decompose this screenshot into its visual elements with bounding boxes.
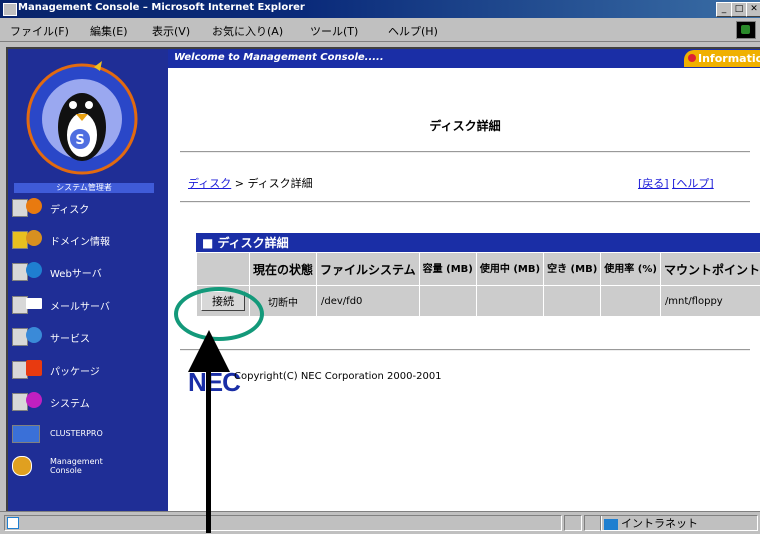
column-header-action: [197, 253, 250, 286]
system-admin-badge: システム管理者: [14, 183, 154, 193]
annotation-arrow-head-icon: [186, 330, 232, 374]
menu-edit[interactable]: 編集(E): [90, 23, 128, 39]
disk-detail-table: ■ ディスク詳細 現在の状態 ファイルシステム 容量 (MB) 使用中 (MB)…: [196, 233, 760, 317]
sidebar-item-label: Management Console: [50, 457, 110, 475]
sidebar-item-management-console[interactable]: Management Console: [12, 454, 162, 484]
breadcrumb: ディスク > ディスク詳細: [188, 175, 313, 191]
sidebar-item-label: システム: [50, 395, 90, 410]
column-header-filesystem: ファイルシステム: [317, 253, 420, 286]
divider: [180, 201, 750, 203]
maximize-button[interactable]: □: [731, 2, 747, 17]
used-cell: [476, 286, 543, 317]
usage-cell: [601, 286, 661, 317]
menu-bar: ファイル(F) 編集(E) 表示(V) お気に入り(A) ツール(T) ヘルプ(…: [0, 18, 760, 42]
web-server-icon: [12, 262, 46, 280]
filesystem-cell: /dev/fd0: [317, 286, 420, 317]
breadcrumb-disk-link[interactable]: ディスク: [188, 177, 231, 190]
sidebar-item-web-server[interactable]: Webサーバ: [12, 260, 162, 282]
browser-viewport: S システム管理者 ディスク ドメイン情報 Webサーバ メールサーバ サービス…: [6, 47, 760, 513]
zone-indicator: イントラネット: [604, 515, 698, 531]
info-dot-icon: [688, 54, 696, 62]
information-tab[interactable]: Information: [684, 50, 760, 67]
sidebar: S システム管理者 ディスク ドメイン情報 Webサーバ メールサーバ サービス…: [8, 49, 168, 513]
sidebar-item-package[interactable]: パッケージ: [12, 358, 162, 380]
title-bar: Management Console – Microsoft Internet …: [0, 0, 760, 18]
mount-point-cell: /mnt/floppy: [660, 286, 760, 317]
sidebar-item-domain[interactable]: ドメイン情報: [12, 228, 162, 250]
welcome-text: Welcome to Management Console.....: [174, 52, 384, 63]
status-bar: イントラネット: [0, 511, 760, 534]
page-title: ディスク詳細: [168, 117, 760, 134]
sidebar-item-service[interactable]: サービス: [12, 325, 162, 347]
management-console-logo: S: [22, 59, 142, 179]
information-tab-label: Information: [698, 52, 760, 65]
ie-app-icon: [3, 3, 17, 16]
page-status-icon: [7, 517, 19, 529]
divider: [180, 151, 750, 153]
system-icon: [12, 392, 46, 410]
breadcrumb-current: ディスク詳細: [247, 177, 312, 190]
management-console-icon: [12, 456, 46, 474]
sidebar-item-disk[interactable]: ディスク: [12, 196, 162, 218]
breadcrumb-separator: >: [231, 177, 247, 190]
divider: [180, 349, 750, 351]
windows-logo-icon: [736, 21, 756, 39]
sidebar-item-clusterpro[interactable]: CLUSTERPRO: [12, 422, 162, 444]
menu-file[interactable]: ファイル(F): [10, 23, 69, 39]
table-row: 接続 切断中 /dev/fd0 /mnt/floppy: [197, 286, 760, 317]
column-header-used: 使用中 (MB): [476, 253, 543, 286]
sidebar-item-label: ディスク: [50, 201, 89, 216]
table-header-row: 現在の状態 ファイルシステム 容量 (MB) 使用中 (MB) 空き (MB) …: [197, 253, 760, 286]
window-title: Management Console – Microsoft Internet …: [18, 2, 305, 13]
column-header-mount-point: マウントポイント: [660, 253, 760, 286]
annotation-arrow-shaft: [206, 368, 211, 533]
menu-favorites[interactable]: お気に入り(A): [212, 23, 283, 39]
menu-view[interactable]: 表示(V): [152, 23, 190, 39]
table-caption: ■ ディスク詳細: [196, 233, 760, 252]
column-header-capacity: 容量 (MB): [419, 253, 476, 286]
intranet-icon: [604, 519, 618, 530]
zone-label: イントラネット: [621, 517, 698, 530]
sidebar-item-label: Webサーバ: [50, 265, 102, 280]
free-cell: [544, 286, 601, 317]
sidebar-item-label: メールサーバ: [50, 298, 110, 313]
page-links: [戻る] [ヘルプ]: [638, 175, 714, 191]
capacity-cell: [419, 286, 476, 317]
sidebar-item-label: パッケージ: [50, 363, 100, 378]
status-cell: [564, 515, 582, 531]
sidebar-item-label: ドメイン情報: [50, 233, 110, 248]
header-bar: Welcome to Management Console..... Infor…: [168, 49, 760, 68]
column-header-free: 空き (MB): [544, 253, 601, 286]
back-link[interactable]: [戻る]: [638, 177, 669, 190]
service-icon: [12, 327, 46, 345]
svg-text:S: S: [75, 133, 84, 148]
close-button[interactable]: ✕: [746, 2, 760, 17]
menu-help[interactable]: ヘルプ(H): [388, 23, 438, 39]
minimize-button[interactable]: _: [716, 2, 732, 17]
disk-icon: [12, 198, 46, 216]
status-text-cell: [4, 515, 562, 531]
domain-icon: [12, 230, 46, 248]
menu-tools[interactable]: ツール(T): [310, 23, 358, 39]
sidebar-item-mail-server[interactable]: メールサーバ: [12, 293, 162, 315]
mail-server-icon: [12, 295, 46, 313]
column-header-status: 現在の状態: [250, 253, 317, 286]
clusterpro-icon: [12, 424, 46, 442]
column-header-usage: 使用率 (%): [601, 253, 661, 286]
sidebar-item-label: CLUSTERPRO: [50, 429, 103, 438]
help-link[interactable]: [ヘルプ]: [672, 177, 714, 190]
package-icon: [12, 360, 46, 378]
sidebar-item-label: サービス: [50, 330, 90, 345]
sidebar-item-system[interactable]: システム: [12, 390, 162, 412]
copyright-text: Copyright(C) NEC Corporation 2000-2001: [234, 371, 442, 382]
